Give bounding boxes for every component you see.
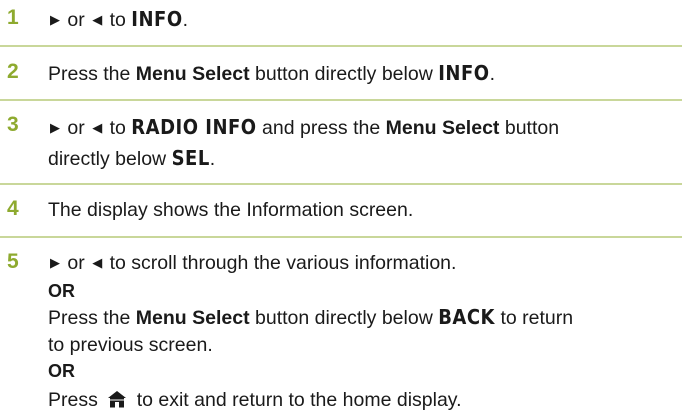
- step-5-text-line1: ▶ or ◀ to scroll through the various inf…: [50, 252, 457, 274]
- step-5-text-line3: Press the Menu Select button directly be…: [48, 305, 574, 329]
- display-label-radio-info: RADIO INFO: [131, 115, 257, 139]
- display-label-back: BACK: [438, 305, 496, 329]
- left-arrow-icon: ◀: [92, 255, 103, 270]
- display-label-sel: SEL: [171, 146, 210, 170]
- right-arrow-icon: ▶: [50, 255, 60, 270]
- menu-select-label: Menu Select: [135, 63, 250, 85]
- divider: [0, 183, 682, 185]
- step-3-text-line1: ▶ or ◀ to RADIO INFO and press the Menu …: [50, 115, 560, 139]
- step-5-text-line6: Press to exit and return to the home dis…: [48, 388, 462, 414]
- or-label: OR: [48, 361, 75, 381]
- step-number: 2: [7, 60, 19, 83]
- menu-select-label: Menu Select: [135, 307, 250, 329]
- step-2-text: Press the Menu Select button directly be…: [48, 61, 495, 85]
- display-label-info: INFO: [438, 61, 490, 85]
- divider: [0, 45, 682, 47]
- step-number: 3: [7, 113, 19, 136]
- menu-select-label: Menu Select: [385, 117, 500, 139]
- right-arrow-icon: ▶: [50, 12, 60, 27]
- step-5-text-line4: to previous screen.: [48, 334, 213, 356]
- step-number: 5: [7, 250, 19, 273]
- divider: [0, 236, 682, 238]
- right-arrow-icon: ▶: [50, 120, 60, 135]
- step-number: 1: [7, 6, 19, 29]
- step-3-text-line2: directly below SEL.: [48, 146, 216, 170]
- left-arrow-icon: ◀: [92, 12, 103, 27]
- divider: [0, 99, 682, 101]
- step-number: 4: [7, 197, 19, 220]
- or-label: OR: [48, 281, 75, 301]
- home-icon: [107, 390, 127, 414]
- display-label-info: INFO: [131, 7, 183, 31]
- step-1-text: ▶ or ◀ to INFO.: [50, 7, 189, 31]
- left-arrow-icon: ◀: [92, 120, 103, 135]
- instruction-steps: 1 ▶ or ◀ to INFO. 2 Press the Menu Selec…: [0, 0, 682, 419]
- step-4-text: The display shows the Information screen…: [48, 199, 414, 221]
